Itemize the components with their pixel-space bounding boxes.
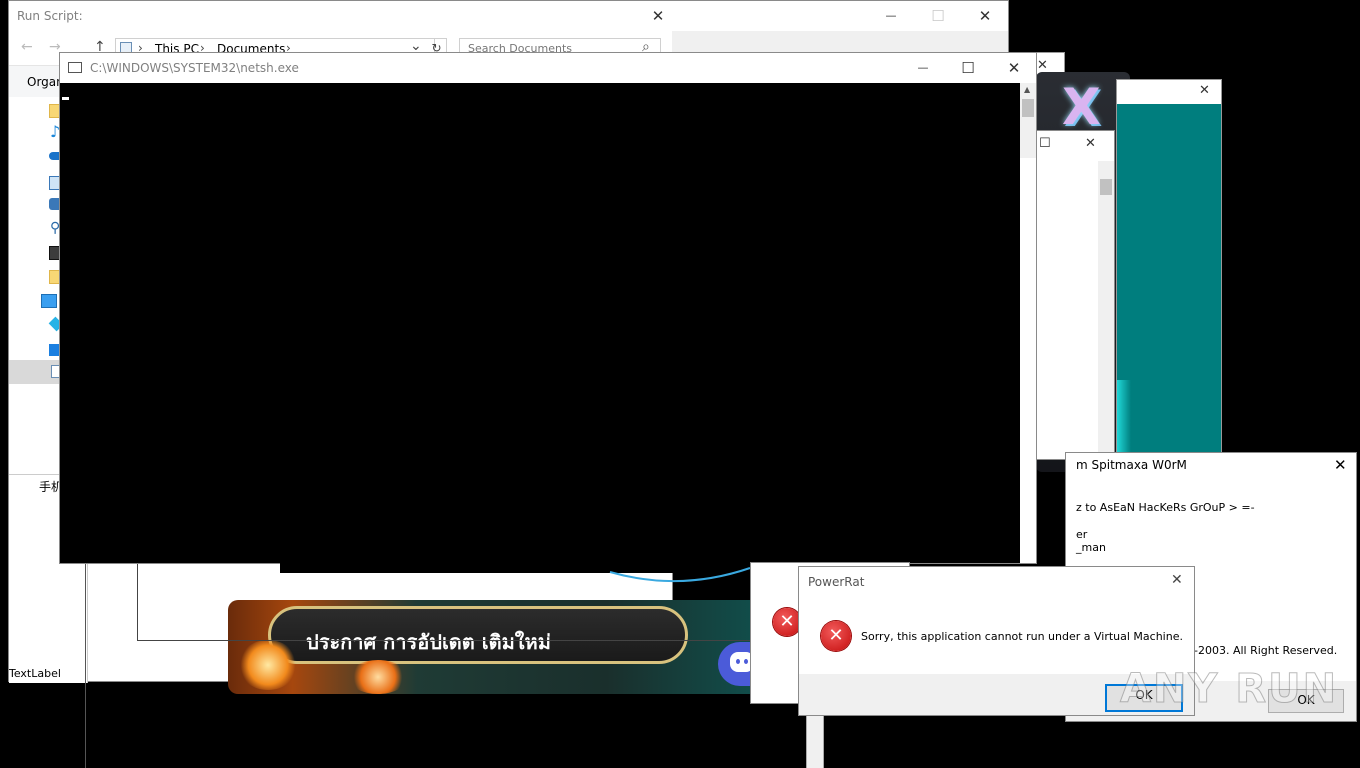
mini-window-close[interactable]: ✕ <box>1085 136 1096 151</box>
back-arrow-icon[interactable]: ← <box>21 39 33 55</box>
run-script-title: Run Script: <box>17 9 83 23</box>
powerrat-message: Sorry, this application cannot run under… <box>861 630 1183 643</box>
teal-panel-glow <box>1117 380 1131 460</box>
anyrun-watermark: ANY RUN <box>1119 662 1336 722</box>
mini-window-maximize[interactable]: ☐ <box>1039 136 1051 151</box>
discord-eye <box>736 659 740 664</box>
scroll-thumb[interactable] <box>1100 179 1112 195</box>
netsh-titlebar[interactable]: C:\WINDOWS\SYSTEM32\netsh.exe — ☐ ✕ <box>60 53 1036 83</box>
textlabel: TextLabel <box>9 667 61 680</box>
this-pc-icon[interactable] <box>41 294 57 308</box>
powerrat-title: PowerRat <box>808 575 865 589</box>
background-window-edge <box>85 560 86 768</box>
scroll-thumb[interactable] <box>1022 99 1034 117</box>
netsh-maximize-button[interactable]: ☐ <box>945 53 991 83</box>
powerrat-close-button[interactable]: ✕ <box>1171 572 1183 588</box>
netsh-close-button[interactable]: ✕ <box>991 53 1037 83</box>
spitmaxa-copyright: -2003. All Right Reserved. <box>1194 644 1338 657</box>
background-window: — ☐ ✕ <box>672 0 1009 57</box>
console-cursor <box>62 97 69 100</box>
run-script-titlebar[interactable]: Run Script: ✕ <box>9 1 672 31</box>
error-icon: ✕ <box>821 621 851 651</box>
spitmaxa-line: er <box>1076 528 1088 541</box>
fire-glow <box>348 660 408 694</box>
teal-window-close[interactable]: ✕ <box>1199 83 1210 98</box>
fire-glow <box>238 640 298 690</box>
teal-window: ✕ <box>1116 79 1222 460</box>
mini-window-scrollbar[interactable] <box>1098 161 1114 461</box>
scroll-up-arrow-icon[interactable]: ▲ <box>1024 85 1030 94</box>
teal-panel <box>1117 104 1221 460</box>
maximize-button[interactable]: ☐ <box>915 1 961 31</box>
spitmaxa-title: m Spitmaxa W0rM <box>1076 458 1187 472</box>
watermark-text: ANY RUN <box>1119 666 1339 713</box>
minimize-button[interactable]: — <box>868 1 914 31</box>
spitmaxa-line: z to AsEaN HacKeRs GrOuP > =- <box>1076 501 1255 514</box>
console-output[interactable] <box>60 83 1020 563</box>
netsh-window: C:\WINDOWS\SYSTEM32\netsh.exe — ☐ ✕ ▲ <box>59 52 1037 564</box>
netsh-title: C:\WINDOWS\SYSTEM32\netsh.exe <box>90 61 299 75</box>
netsh-minimize-button[interactable]: — <box>900 53 946 83</box>
console-icon <box>68 62 82 73</box>
error-icon: ✕ <box>773 608 801 636</box>
tile-window-close[interactable]: ✕ <box>1037 58 1048 73</box>
discord-eye <box>744 659 748 664</box>
close-button[interactable]: ✕ <box>962 1 1008 31</box>
x-logo-icon: X <box>1062 78 1101 136</box>
spitmaxa-line: _man <box>1076 541 1106 554</box>
spitmaxa-close-button[interactable]: ✕ <box>1334 456 1347 474</box>
blue-arc <box>609 567 751 583</box>
console-scrollbar[interactable]: ▲ <box>1020 83 1036 158</box>
